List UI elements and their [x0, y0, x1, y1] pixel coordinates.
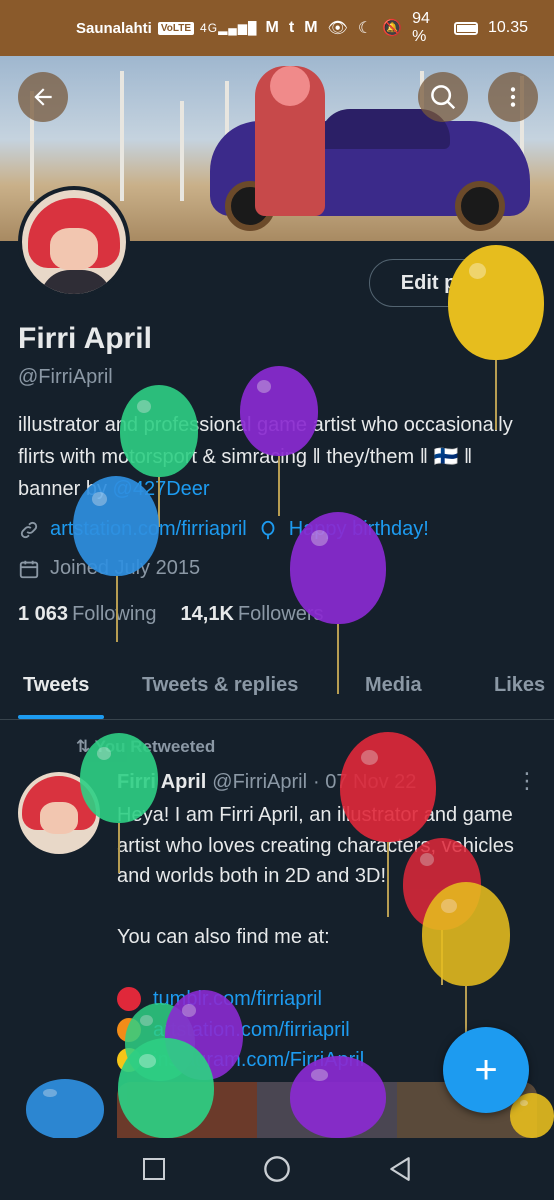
system-nav-bar	[0, 1138, 554, 1200]
search-icon	[431, 85, 456, 110]
carrier-name: Saunalahti	[76, 19, 152, 37]
tweet-author-handle: @FirriApril	[212, 771, 308, 793]
tab-media[interactable]: Media	[365, 674, 422, 697]
balloon-icon	[422, 882, 510, 986]
triangle-back-icon	[390, 1157, 410, 1181]
recents-button[interactable]	[140, 1155, 168, 1183]
more-vertical-icon	[510, 87, 516, 107]
balloon-icon	[240, 366, 318, 456]
balloon-icon	[290, 1056, 386, 1138]
balloon-icon	[80, 733, 158, 823]
active-tab-indicator	[18, 715, 104, 719]
balloon-icon	[448, 245, 544, 360]
clock: 10.35	[487, 19, 528, 36]
balloon-icon	[118, 1038, 214, 1138]
balloon-icon	[26, 1079, 104, 1139]
square-icon	[143, 1158, 165, 1180]
gmail-icon: M	[265, 19, 279, 36]
red-circle-icon	[117, 987, 141, 1012]
balloon-icon	[290, 512, 386, 624]
balloon-icon	[340, 732, 436, 842]
follow-stats: 1 063 Following 14,1K Followers	[18, 603, 324, 626]
mute-icon: 🔕	[382, 20, 403, 37]
character-figure	[255, 66, 325, 216]
balloon-icon	[73, 476, 159, 576]
tab-likes[interactable]: Likes	[494, 674, 545, 697]
tab-tweets-replies[interactable]: Tweets & replies	[142, 674, 298, 697]
arrow-left-icon	[34, 88, 52, 106]
battery-icon	[454, 21, 478, 35]
status-bar: Saunalahti VoLTE 4G▂▄▆█ M t M 👁 ☾ 🔕 94 %…	[0, 0, 554, 56]
windmill	[120, 71, 124, 201]
search-button[interactable]	[418, 72, 468, 122]
tumblr-icon: t	[288, 19, 295, 36]
balloon-icon	[120, 385, 198, 477]
circle-icon	[264, 1156, 290, 1182]
volte-badge: VoLTE	[157, 21, 195, 35]
profile-tabs: Tweets Tweets & replies Media Likes	[0, 660, 554, 720]
tweet-more-icon[interactable]: ⋮	[516, 768, 538, 794]
compose-tweet-button[interactable]: +	[443, 1027, 529, 1113]
car-wheel	[455, 181, 505, 231]
calendar-icon	[19, 560, 39, 578]
battery-percent: 94 %	[412, 10, 430, 45]
back-nav-button[interactable]	[386, 1155, 414, 1183]
following-link[interactable]: 1 063 Following	[18, 603, 157, 626]
back-button[interactable]	[18, 72, 68, 122]
moon-icon: ☾	[357, 20, 373, 37]
eye-icon: 👁	[327, 20, 348, 37]
profile-handle: @FirriApril	[18, 366, 113, 388]
link-icon	[20, 521, 38, 538]
tab-tweets[interactable]: Tweets	[23, 674, 89, 697]
balloon-icon	[261, 520, 275, 539]
profile-name: Firri April	[18, 322, 152, 355]
windmill	[180, 101, 184, 201]
profile-avatar[interactable]	[18, 186, 130, 298]
gmail-icon: M	[304, 19, 318, 36]
signal-icon: 4G▂▄▆█	[200, 21, 258, 35]
home-button[interactable]	[263, 1155, 291, 1183]
more-options-button[interactable]	[488, 72, 538, 122]
